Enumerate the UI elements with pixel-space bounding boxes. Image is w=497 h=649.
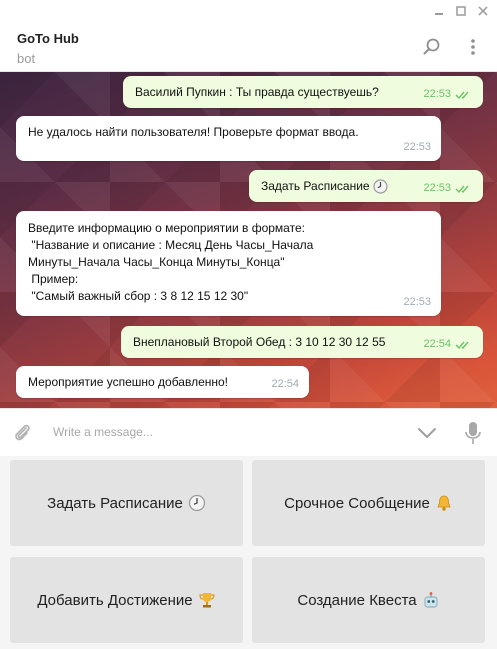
message-bubble-incoming[interactable]: Не удалось найти пользователя! Проверьте…: [16, 116, 441, 161]
keyboard-button-label: Задать Расписание: [47, 494, 183, 512]
message-text: Задать Расписание: [261, 179, 370, 193]
chat-status: bot: [17, 51, 36, 66]
message-text: Василий Пупкин : Ты правда существуешь?: [135, 85, 379, 99]
more-menu-icon[interactable]: [463, 37, 483, 57]
message-time: 22:54: [271, 378, 299, 390]
message-bubble-incoming[interactable]: Мероприятие успешно добавленно! 22:54: [16, 366, 309, 398]
clock-icon: [188, 494, 206, 512]
window-titlebar: [0, 0, 497, 22]
keyboard-button-label: Создание Квеста: [297, 591, 417, 609]
keyboard-button-schedule[interactable]: Задать Расписание: [10, 460, 243, 546]
message-line: Введите информацию о мероприятии в форма…: [28, 221, 305, 235]
clock-icon: [373, 179, 388, 194]
message-line: Минуты_Начала Часы_Конца Минуты_Конца": [28, 255, 285, 269]
search-icon[interactable]: [422, 37, 442, 57]
message-time: 22:53: [403, 296, 431, 308]
message-bubble-outgoing[interactable]: Задать Расписание 22:53: [249, 170, 483, 202]
message-line: "Самый важный сбор : 3 8 12 15 12 30": [28, 289, 249, 303]
double-check-icon: [455, 341, 469, 349]
message-bubble-incoming[interactable]: Введите информацию о мероприятии в форма…: [16, 211, 441, 316]
message-time: 22:53: [423, 182, 451, 194]
message-meta: 22:53: [403, 139, 431, 156]
message-line: Пример:: [28, 272, 79, 286]
message-line: "Название и описание : Месяц День Часы_Н…: [28, 238, 314, 252]
chat-title[interactable]: GoTo Hub: [17, 31, 79, 46]
message-text: Не удалось найти пользователя! Проверьте…: [28, 125, 359, 139]
message-time: 22:53: [403, 141, 431, 153]
message-text: Мероприятие успешно добавленно!: [28, 375, 229, 389]
message-bubble-outgoing[interactable]: Василий Пупкин : Ты правда существуешь? …: [123, 76, 483, 108]
keyboard-button-urgent-message[interactable]: Срочное Сообщение: [252, 460, 485, 546]
keyboard-button-create-quest[interactable]: Создание Квеста: [252, 557, 485, 643]
trophy-icon: [199, 593, 215, 608]
microphone-icon[interactable]: [461, 421, 485, 445]
keyboard-button-add-achievement[interactable]: Добавить Достижение: [10, 557, 243, 643]
message-composer: Write a message...: [0, 408, 497, 456]
message-time: 22:54: [423, 338, 451, 350]
double-check-icon: [455, 91, 469, 99]
message-input[interactable]: Write a message...: [53, 425, 153, 439]
attach-icon[interactable]: [10, 421, 34, 445]
message-meta: 22:54: [423, 336, 473, 353]
message-history[interactable]: Василий Пупкин : Ты правда существуешь? …: [0, 72, 497, 408]
close-icon[interactable]: [475, 3, 491, 19]
minimize-icon[interactable]: [431, 3, 447, 19]
robot-icon: [424, 592, 438, 608]
message-meta: 22:53: [403, 294, 431, 311]
message-text: Внеплановый Второй Обед : 3 10 12 30 12 …: [133, 335, 386, 349]
keyboard-toggle-icon[interactable]: [415, 421, 439, 445]
message-time: 22:53: [423, 88, 451, 100]
message-meta: 22:54: [271, 376, 299, 393]
keyboard-button-label: Добавить Достижение: [37, 591, 193, 609]
message-meta: 22:53: [423, 86, 473, 103]
chat-header: GoTo Hub bot: [0, 22, 497, 72]
bot-keyboard: Задать Расписание Срочное Сообщение Доба…: [0, 456, 497, 649]
message-meta: 22:53: [423, 180, 473, 197]
maximize-icon[interactable]: [453, 3, 469, 19]
keyboard-button-label: Срочное Сообщение: [284, 494, 430, 512]
bell-icon: [437, 495, 451, 511]
double-check-icon: [455, 185, 469, 193]
message-bubble-outgoing[interactable]: Внеплановый Второй Обед : 3 10 12 30 12 …: [121, 326, 483, 358]
